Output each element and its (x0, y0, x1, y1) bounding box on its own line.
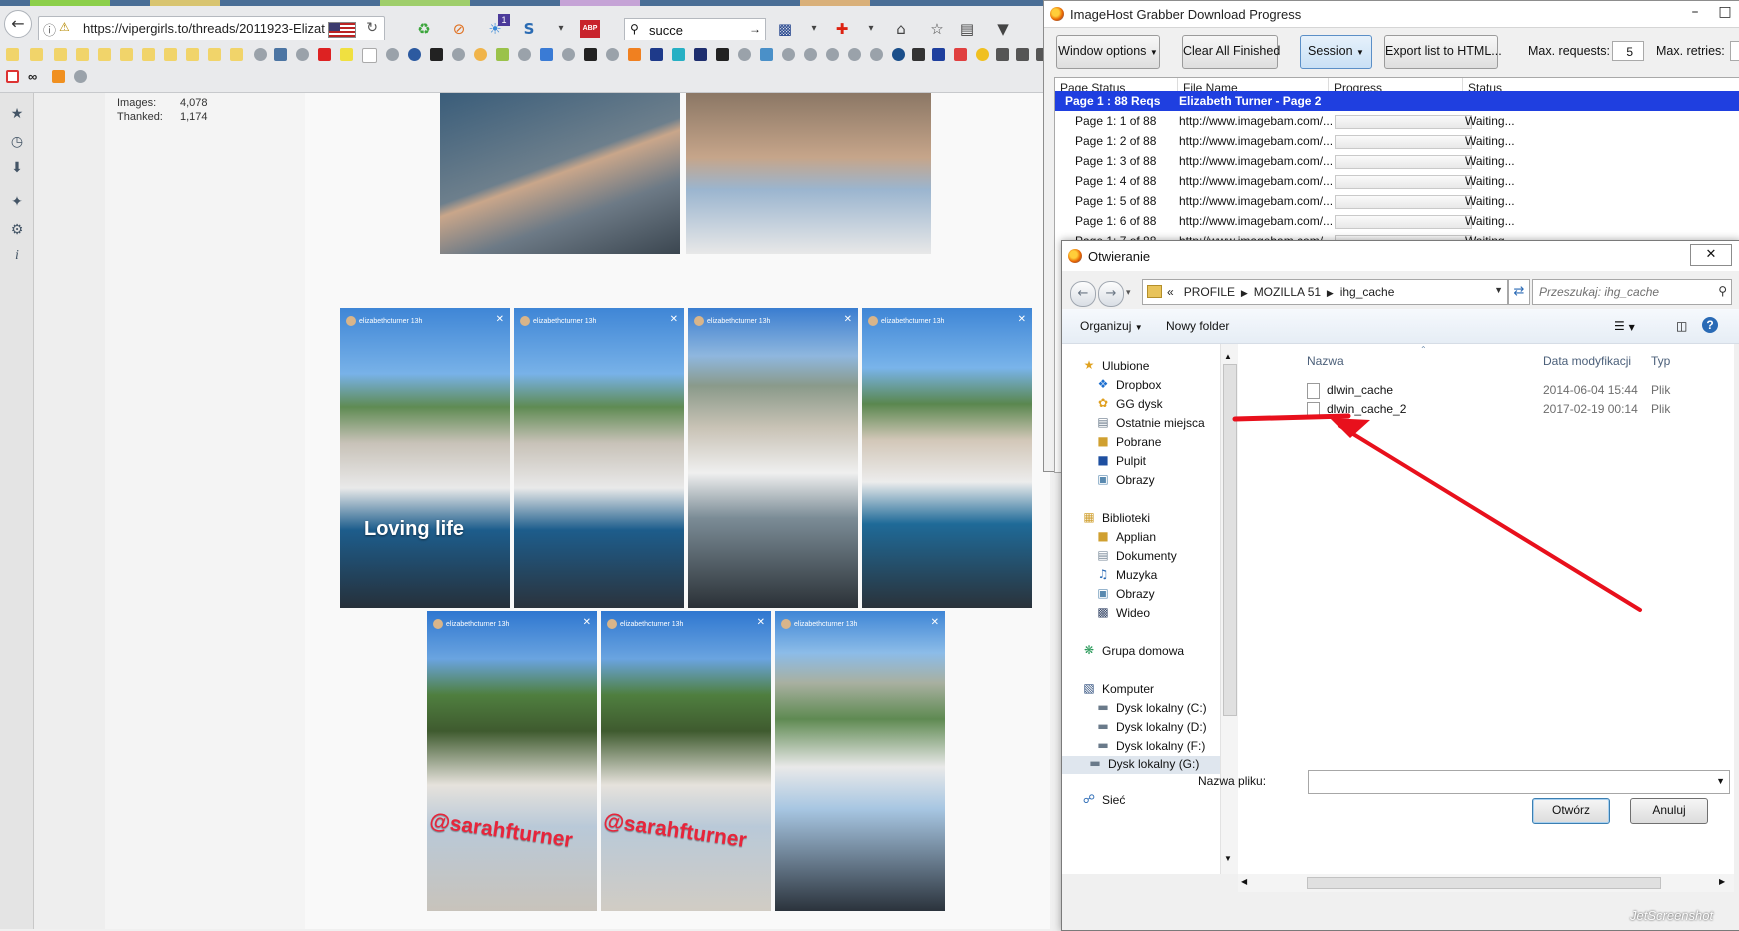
watermark: JetScreenshot (1630, 908, 1714, 923)
annotation-arrow (1232, 413, 1642, 612)
arrow-shaft (1338, 424, 1642, 612)
arrow-head (1330, 418, 1370, 438)
